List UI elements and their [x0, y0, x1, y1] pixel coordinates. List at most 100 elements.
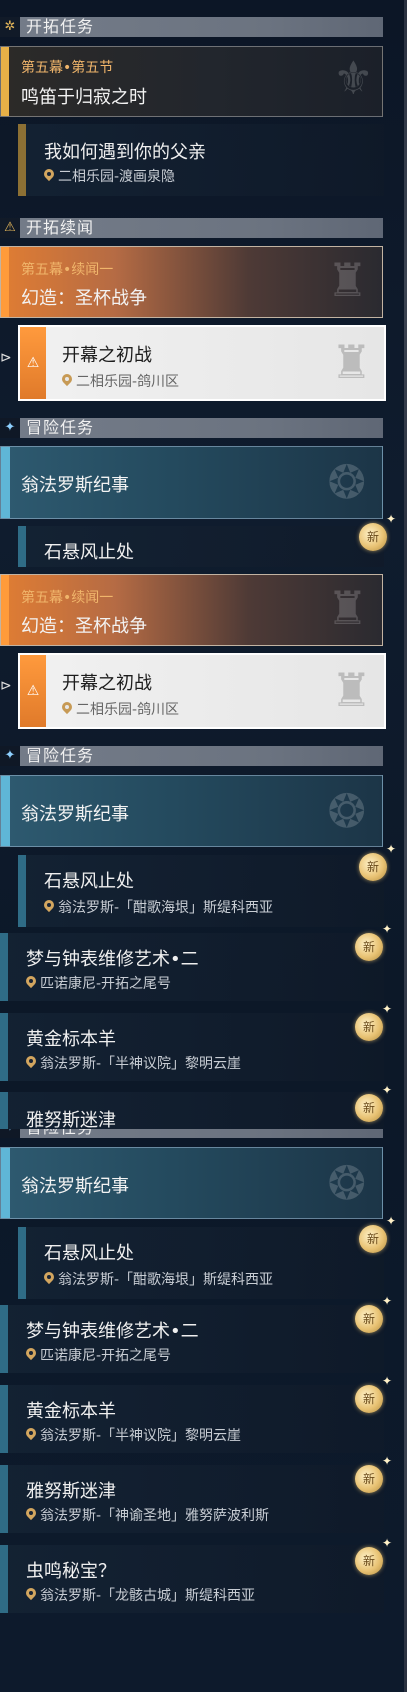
item-location: 翁法罗斯-「龙骸古城」斯缇科西亚: [26, 1585, 255, 1605]
item-title: 石悬风止处: [44, 1243, 134, 1264]
quest-item[interactable]: 黄金标本羊 翁法罗斯-「半神议院」黎明云崖: [0, 1013, 384, 1081]
quest-emblem-icon: ⚜: [332, 51, 374, 105]
quest-title: 鸣笛于归寂之时: [21, 87, 147, 108]
quest-subtitle: 第五幕•第五节: [21, 60, 114, 76]
new-badge: 新: [355, 1084, 392, 1122]
screenshot-segment-2: ♜ 第五幕•续闻一 幻造：圣杯战争 ⊳ ⚠ ♜ 开幕之初战 二相乐园-鸽川区 ✦…: [0, 567, 407, 1129]
new-badge: 新: [355, 1375, 392, 1413]
group-emblem-icon: ❂: [327, 1156, 366, 1210]
location-pin-icon: [26, 976, 36, 989]
quest-type-icon: ⚠: [26, 355, 40, 371]
item-title: 雅努斯迷津: [26, 1481, 116, 1502]
companion-quest-card[interactable]: ♜ 第五幕•续闻一 幻造：圣杯战争: [0, 574, 383, 646]
new-badge: 新: [359, 513, 396, 551]
location-pin-icon: [44, 169, 54, 182]
item-location: 翁法罗斯-「半神议院」黎明云崖: [26, 1425, 241, 1445]
quest-item[interactable]: 雅努斯迷津 翁法罗斯-「神谕圣地」雅努萨波利斯: [0, 1465, 384, 1533]
item-title: 开幕之初战: [62, 673, 152, 694]
adventure-group-card[interactable]: ❂ 翁法罗斯纪事: [0, 446, 383, 519]
location-pin-icon: [44, 900, 54, 913]
item-location: 二相乐园-鸽川区: [62, 371, 179, 391]
screenshot-segment-3: ✦ 冒险任务 ❂ 翁法罗斯纪事 石悬风止处 翁法罗斯-「酣歌海垠」斯缇科西亚 新…: [0, 1129, 407, 1692]
trailblaze-section-header: ✲ 开拓任务: [0, 17, 383, 37]
selected-quest-item[interactable]: ⚠ ♜ 开幕之初战 二相乐园-鸽川区: [18, 653, 386, 729]
item-title: 黄金标本羊: [26, 1029, 116, 1050]
section-header-label: 开拓任务: [26, 17, 95, 36]
new-badge: 新: [355, 1455, 392, 1493]
new-badge: 新: [355, 1537, 392, 1575]
item-title: 黄金标本羊: [26, 1401, 116, 1422]
adventure-group-card[interactable]: ❂ 翁法罗斯纪事: [0, 1147, 383, 1219]
quest-type-icon: ⚠: [26, 683, 40, 699]
quest-emblem-icon: ♜: [330, 663, 372, 717]
item-location: 翁法罗斯-「酣歌海垠」斯缇科西亚: [44, 897, 273, 917]
item-location: 匹诺康尼-开拓之尾号: [26, 1345, 171, 1365]
adventure-section-header: ✦ 冒险任务: [0, 1129, 383, 1138]
group-title: 翁法罗斯纪事: [21, 1176, 129, 1197]
item-location: 翁法罗斯-「酣歌海垠」斯缇科西亚: [44, 1269, 273, 1289]
quest-item-partial[interactable]: 石悬风止处: [18, 526, 384, 567]
section-header-label: 冒险任务: [26, 1129, 94, 1138]
adventure-icon: ✦: [0, 418, 20, 438]
quest-subtitle: 第五幕•续闻一: [21, 262, 114, 278]
selected-quest-item[interactable]: ⚠ ♜ 开幕之初战 二相乐园-鸽川区: [18, 325, 386, 401]
location-pin-icon: [44, 1272, 54, 1285]
screenshot-segment-1: ✲ 开拓任务 ⚜ 第五幕•第五节 鸣笛于归寂之时 我如何遇到你的父亲 二相乐园-…: [0, 0, 407, 567]
quest-emblem-icon: ♜: [326, 581, 368, 635]
item-location: 翁法罗斯-「神谕圣地」雅努萨波利斯: [26, 1505, 269, 1525]
quest-title: 幻造：圣杯战争: [21, 288, 147, 309]
location-pin-icon: [26, 1348, 36, 1361]
group-title: 翁法罗斯纪事: [21, 804, 129, 825]
item-title: 雅努斯迷津: [26, 1110, 116, 1129]
item-title: 梦与钟表维修艺术•二: [26, 1321, 199, 1342]
item-location: 翁法罗斯-「半神议院」黎明云崖: [26, 1053, 241, 1073]
item-title: 梦与钟表维修艺术•二: [26, 949, 199, 970]
adventure-icon: ✦: [0, 1129, 20, 1138]
group-emblem-icon: ❂: [327, 455, 366, 509]
item-title: 我如何遇到你的父亲: [44, 142, 206, 163]
quest-item[interactable]: 虫鸣秘宝？ 翁法罗斯-「龙骸古城」斯缇科西亚: [0, 1545, 384, 1613]
quest-subtitle: 第五幕•续闻一: [21, 590, 114, 606]
companion-quest-card[interactable]: ♜ 第五幕•续闻一 幻造：圣杯战争: [0, 246, 383, 318]
item-title: 开幕之初战: [62, 345, 152, 366]
new-badge: 新: [355, 1003, 392, 1041]
item-location: 二相乐园-鸽川区: [62, 699, 179, 719]
new-badge: 新: [355, 923, 392, 961]
item-title: 虫鸣秘宝？: [26, 1561, 116, 1582]
quest-emblem-icon: ♜: [326, 253, 368, 307]
quest-emblem-icon: ♜: [330, 335, 372, 389]
trailblaze-icon: ✲: [0, 17, 20, 37]
adventure-icon: ✦: [0, 746, 20, 766]
selection-arrow-icon: ⊳: [0, 678, 12, 694]
location-pin-icon: [62, 702, 72, 715]
location-pin-icon: [62, 374, 72, 387]
group-emblem-icon: ❂: [327, 784, 366, 838]
section-header-label: 冒险任务: [26, 418, 95, 437]
new-badge: 新: [359, 843, 396, 881]
section-header-label: 冒险任务: [26, 746, 95, 765]
quest-item[interactable]: 黄金标本羊 翁法罗斯-「半神议院」黎明云崖: [0, 1385, 384, 1453]
selection-arrow-icon: ⊳: [0, 350, 12, 366]
trailblaze-icon: ⚠: [0, 218, 20, 238]
quest-item[interactable]: 石悬风止处 翁法罗斯-「酣歌海垠」斯缇科西亚: [18, 1227, 384, 1299]
quest-item[interactable]: 梦与钟表维修艺术•二 匹诺康尼-开拓之尾号: [0, 1305, 384, 1373]
location-pin-icon: [26, 1588, 36, 1601]
section-header-label: 开拓续闻: [26, 218, 95, 237]
item-location: 匹诺康尼-开拓之尾号: [26, 973, 171, 993]
item-location: 二相乐园-渡画泉隐: [44, 166, 175, 186]
location-pin-icon: [26, 1428, 36, 1441]
adventure-group-card[interactable]: ❂ 翁法罗斯纪事: [0, 775, 383, 847]
group-title: 翁法罗斯纪事: [21, 475, 129, 496]
trailblaze-quest-card[interactable]: ⚜ 第五幕•第五节 鸣笛于归寂之时: [0, 46, 383, 117]
companion-section-header: ⚠ 开拓续闻: [0, 218, 383, 238]
quest-title: 幻造：圣杯战争: [21, 616, 147, 637]
new-badge: 新: [355, 1295, 392, 1333]
item-title: 石悬风止处: [44, 871, 134, 892]
adventure-section-header: ✦ 冒险任务: [0, 418, 383, 438]
trailblaze-quest-item[interactable]: 我如何遇到你的父亲 二相乐园-渡画泉隐: [18, 124, 384, 196]
quest-item[interactable]: 梦与钟表维修艺术•二 匹诺康尼-开拓之尾号: [0, 933, 384, 1001]
quest-item[interactable]: 石悬风止处 翁法罗斯-「酣歌海垠」斯缇科西亚: [18, 855, 384, 927]
quest-item-partial[interactable]: 雅努斯迷津: [0, 1092, 384, 1129]
item-title: 石悬风止处: [44, 542, 134, 563]
new-badge: 新: [359, 1215, 396, 1253]
